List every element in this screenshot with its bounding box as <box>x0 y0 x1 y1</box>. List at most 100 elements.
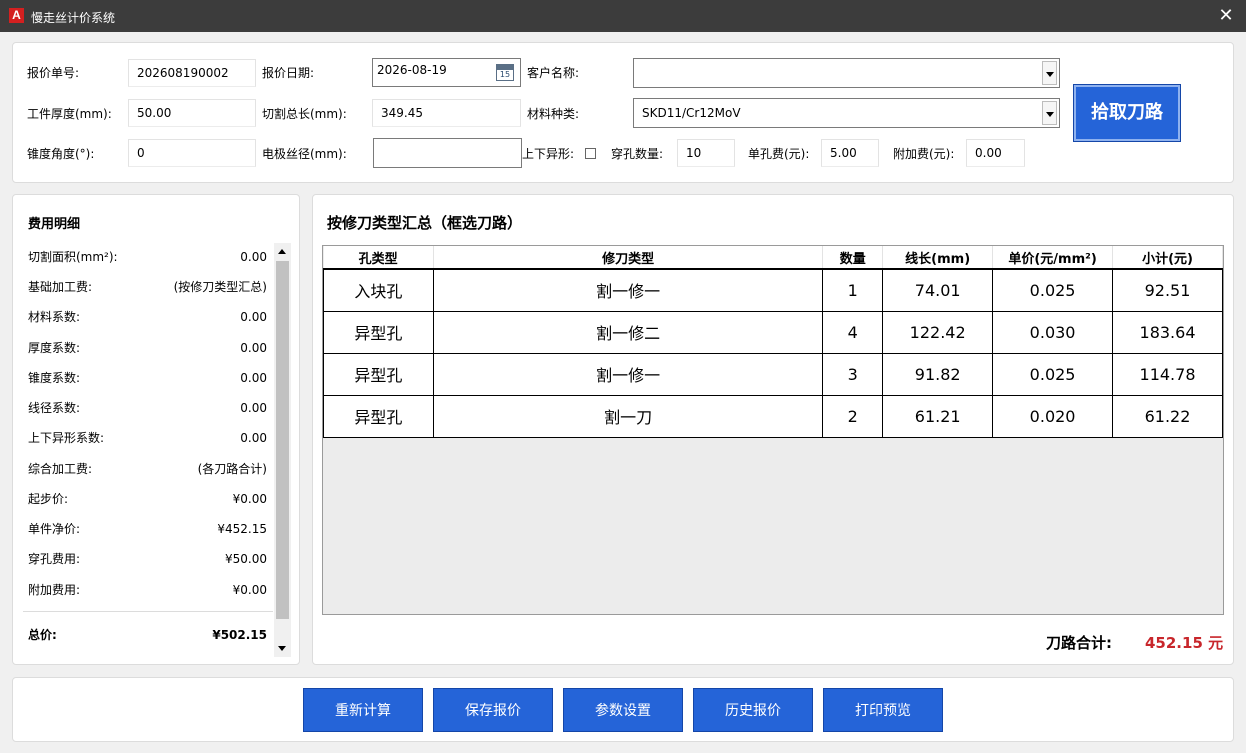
table-cell[interactable]: 114.78 <box>1112 352 1223 396</box>
summary-title: 按修刀类型汇总（框选刀路） <box>327 214 523 232</box>
cost-item-label: 基础加工费: <box>28 280 93 294</box>
scroll-down-icon[interactable] <box>274 640 291 657</box>
recalculate-button[interactable]: 重新计算 <box>303 688 423 732</box>
save-quote-button[interactable]: 保存报价 <box>433 688 553 732</box>
column-header[interactable]: 修刀类型 <box>433 246 824 270</box>
scroll-thumb[interactable] <box>276 261 289 619</box>
quote-date-label: 报价日期: <box>262 66 315 80</box>
thickness-label: 工件厚度(mm): <box>27 107 112 121</box>
table-cell[interactable]: 183.64 <box>1112 310 1223 354</box>
table-row[interactable]: 异型孔 割一刀 2 61.21 0.020 61.22 <box>323 394 1223 438</box>
table-cell[interactable]: 122.42 <box>882 310 994 354</box>
material-label: 材料种类: <box>527 107 580 121</box>
table-cell[interactable]: 74.01 <box>882 268 994 312</box>
taper-field[interactable]: 0 <box>128 139 256 167</box>
customer-combobox[interactable] <box>633 58 1060 88</box>
table-row[interactable]: 异型孔 割一修二 4 122.42 0.030 183.64 <box>323 310 1223 354</box>
cost-scrollbar[interactable] <box>274 243 291 657</box>
table-cell[interactable]: 4 <box>822 310 884 354</box>
table-cell[interactable]: 61.21 <box>882 394 994 438</box>
material-value: SKD11/Cr12MoV <box>642 106 741 120</box>
extra-fee-field[interactable]: 0.00 <box>966 139 1025 167</box>
column-header[interactable]: 单价(元/mm²) <box>992 246 1114 270</box>
summary-table: 孔类型 修刀类型 数量 线长(mm) 单价(元/mm²) 小计(元) 入块孔 割… <box>323 246 1223 438</box>
cost-item-label: 穿孔费用: <box>28 552 81 566</box>
table-cell[interactable]: 割一修一 <box>432 352 824 396</box>
table-cell[interactable]: 61.22 <box>1112 394 1223 438</box>
table-cell[interactable]: 异型孔 <box>323 394 434 438</box>
table-row[interactable]: 入块孔 割一修一 1 74.01 0.025 92.51 <box>323 268 1223 312</box>
table-cell[interactable]: 割一刀 <box>432 394 824 438</box>
table-cell[interactable]: 92.51 <box>1112 268 1223 312</box>
settings-button[interactable]: 参数设置 <box>563 688 683 732</box>
cost-item-label: 附加费用: <box>28 583 81 597</box>
calendar-icon[interactable]: 15 <box>496 64 514 81</box>
cost-item-value: (各刀路合计) <box>197 462 267 476</box>
table-header-row: 孔类型 修刀类型 数量 线长(mm) 单价(元/mm²) 小计(元) <box>323 246 1223 270</box>
cost-item-label: 材料系数: <box>28 310 81 324</box>
cost-item-label: 锥度系数: <box>28 371 81 385</box>
close-icon[interactable]: ✕ <box>1214 4 1238 28</box>
column-header[interactable]: 小计(元) <box>1112 246 1223 270</box>
upper-lower-checkbox[interactable] <box>585 148 596 159</box>
table-cell[interactable]: 2 <box>822 394 884 438</box>
quote-no-field[interactable]: 202608190002 <box>128 59 256 87</box>
table-cell[interactable]: 91.82 <box>882 352 994 396</box>
path-total-label: 刀路合计: <box>1046 634 1112 652</box>
column-header[interactable]: 孔类型 <box>323 246 434 270</box>
cost-item-value: 0.00 <box>240 401 267 415</box>
column-header[interactable]: 线长(mm) <box>882 246 994 270</box>
cost-item-label: 单件净价: <box>28 522 81 536</box>
table-cell[interactable]: 3 <box>822 352 884 396</box>
cost-item-value: ¥0.00 <box>232 583 267 597</box>
autocad-a-icon: A <box>9 8 24 23</box>
total-divider <box>23 611 273 612</box>
cost-item-value: ¥0.00 <box>232 492 267 506</box>
cost-item-label: 起步价: <box>28 492 69 506</box>
quote-date-value: 2026-08-19 <box>377 63 447 77</box>
cost-item-label: 厚度系数: <box>28 341 81 355</box>
extra-fee-label: 附加费(元): <box>893 147 955 161</box>
cost-detail-panel: 费用明细 切割面积(mm²): 0.00 基础加工费: (按修刀类型汇总) 材料… <box>12 194 300 665</box>
table-cell[interactable]: 割一修二 <box>432 310 824 354</box>
pick-path-button[interactable]: 拾取刀路 <box>1073 84 1181 142</box>
chevron-down-icon[interactable] <box>1042 61 1057 85</box>
wire-diameter-field[interactable] <box>373 138 522 168</box>
quote-no-label: 报价单号: <box>27 66 80 80</box>
cut-length-field[interactable]: 349.45 <box>372 99 521 127</box>
cost-item-label: 上下异形系数: <box>28 431 105 445</box>
table-cell[interactable]: 0.020 <box>992 394 1114 438</box>
table-cell[interactable]: 异型孔 <box>323 352 434 396</box>
cost-item-value: ¥452.15 <box>217 522 267 536</box>
column-header[interactable]: 数量 <box>822 246 884 270</box>
cost-item-value: 0.00 <box>240 250 267 264</box>
threading-count-field[interactable]: 10 <box>677 139 735 167</box>
history-button[interactable]: 历史报价 <box>693 688 813 732</box>
table-cell[interactable]: 异型孔 <box>323 310 434 354</box>
material-combobox[interactable]: SKD11/Cr12MoV <box>633 98 1060 128</box>
total-price-value: ¥502.15 <box>212 628 267 642</box>
quote-date-picker[interactable]: 2026-08-19 15 <box>372 58 521 87</box>
cost-item-label: 综合加工费: <box>28 462 93 476</box>
print-preview-button[interactable]: 打印预览 <box>823 688 943 732</box>
table-cell[interactable]: 0.025 <box>992 268 1114 312</box>
table-cell[interactable]: 割一修一 <box>432 268 824 312</box>
table-cell[interactable]: 1 <box>822 268 884 312</box>
table-cell[interactable]: 入块孔 <box>323 268 434 312</box>
chevron-down-icon[interactable] <box>1042 101 1057 125</box>
total-price-label: 总价: <box>28 628 57 642</box>
unit-hole-fee-field[interactable]: 5.00 <box>821 139 879 167</box>
table-cell[interactable]: 0.030 <box>992 310 1114 354</box>
scroll-up-icon[interactable] <box>274 243 291 260</box>
wire-diameter-label: 电极丝径(mm): <box>262 147 347 161</box>
cut-length-label: 切割总长(mm): <box>262 107 347 121</box>
cost-item-value: 0.00 <box>240 310 267 324</box>
cost-item-value: 0.00 <box>240 431 267 445</box>
title-bar: A 慢走丝计价系统 ✕ <box>0 0 1246 32</box>
path-total-value: 452.15 元 <box>1145 634 1224 652</box>
table-cell[interactable]: 0.025 <box>992 352 1114 396</box>
thickness-field[interactable]: 50.00 <box>128 99 256 127</box>
cost-item-label: 线径系数: <box>28 401 81 415</box>
table-row[interactable]: 异型孔 割一修一 3 91.82 0.025 114.78 <box>323 352 1223 396</box>
customer-label: 客户名称: <box>527 66 580 80</box>
